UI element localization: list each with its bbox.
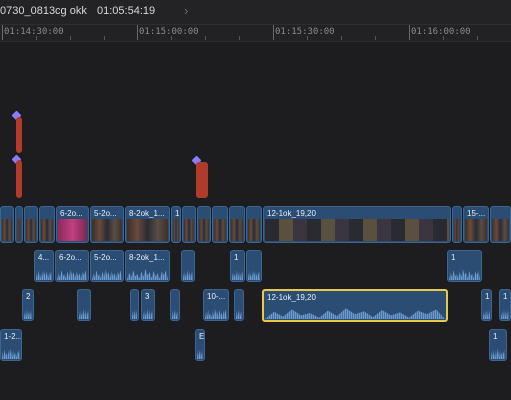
clip-label: 1 [451,253,456,262]
clip-label: 8-2ok_1... [129,209,165,218]
primary-storyline: 6-2o... 5-2o... 8-2ok_1... 1 12-1ok_19,2… [0,206,511,243]
audio-clip[interactable] [181,250,195,282]
audio-clip[interactable] [170,289,180,321]
clip-label: 5-2o... [94,253,117,262]
video-clip[interactable] [197,206,211,243]
audio-clip[interactable]: 1 [489,329,507,361]
ruler-label: 01:14:30:00 [4,27,64,37]
ruler-tick [2,25,3,40]
audio-clip[interactable] [246,250,262,282]
video-clip[interactable] [229,206,245,243]
audio-clip[interactable]: 10-... [203,289,229,321]
clip-label: 5-2o... [94,209,117,218]
video-clip[interactable] [0,206,14,243]
video-clip[interactable] [39,206,55,243]
video-clip[interactable] [182,206,196,243]
clip-label: E [199,332,205,341]
audio-clip[interactable]: E [195,329,205,361]
clip-label: 1 [503,292,508,301]
title-clip[interactable] [16,160,22,198]
audio-clip[interactable]: 1 [447,250,482,282]
clip-label: 4... [38,253,50,262]
clip-label: 12-1ok_19,20 [267,209,316,218]
clip-label: 1-2... [4,332,22,341]
video-clip[interactable]: 12-1ok_19,20 [263,206,451,243]
title-clip[interactable] [16,117,22,153]
video-clip[interactable] [246,206,262,243]
audio-clip[interactable] [234,289,244,321]
clip-label: 3 [145,292,150,301]
clip-label: 1 [493,332,498,341]
ruler-tick [409,25,410,40]
audio-clip[interactable]: 4... [34,250,54,282]
ruler-label: 01:16:00:00 [411,27,471,37]
clip-label: 1 [485,292,490,301]
clip-label: 1 [175,209,180,218]
audio-clip[interactable] [77,289,91,321]
clip-label: 1 [234,253,239,262]
audio-clip[interactable]: 2 [22,289,34,321]
audio-clip[interactable]: 5-2o... [90,250,124,282]
timeline-header: 0730_0813cg okk 01:05:54:19 › [0,0,511,25]
clip-label: 15-... [467,209,486,218]
audio-clip-selected[interactable]: 12-1ok_19,20 [262,289,448,322]
clip-label: 8-2ok_1... [129,253,165,262]
video-clip[interactable]: 5-2o... [90,206,124,243]
audio-clip[interactable]: 8-2ok_1... [125,250,170,282]
ruler-label: 01:15:30:00 [275,27,335,37]
audio-clip[interactable]: 6-2o... [55,250,89,282]
video-clip[interactable] [212,206,228,243]
audio-clip[interactable]: 3 [141,289,155,321]
clip-label: 10-... [207,292,226,301]
audio-clip[interactable] [130,289,139,321]
timeline-ruler[interactable]: 01:14:30:00 01:15:00:00 01:15:30:00 01:1… [0,25,511,42]
video-clip[interactable] [24,206,38,243]
timeline-tracks[interactable]: 6-2o... 5-2o... 8-2ok_1... 1 12-1ok_19,2… [0,42,511,400]
clip-label: 2 [26,292,31,301]
video-clip[interactable]: 15-... [463,206,489,243]
project-name[interactable]: 0730_0813cg okk [0,5,87,17]
clip-label: 6-2o... [60,209,83,218]
video-clip[interactable]: 6-2o... [56,206,89,243]
ruler-label: 01:15:00:00 [139,27,199,37]
audio-clip[interactable]: 1-2... [0,329,22,361]
audio-clip[interactable]: 1 [499,289,511,321]
title-clip[interactable] [196,162,208,198]
clip-label: 12-1ok_19,20 [267,293,316,302]
clip-label: 6-2o... [59,253,82,262]
video-clip[interactable]: 1 [171,206,181,243]
audio-clip[interactable]: 1 [481,289,492,321]
video-clip[interactable]: 8-2ok_1... [125,206,170,243]
video-clip[interactable] [490,206,511,243]
ruler-tick [137,25,138,40]
video-clip[interactable] [15,206,23,243]
video-clip[interactable] [452,206,462,243]
audio-clip[interactable]: 1 [230,250,245,282]
ruler-tick [273,25,274,40]
timecode-display: 01:05:54:19 [97,5,156,17]
chevron-right-icon[interactable]: › [184,3,188,18]
